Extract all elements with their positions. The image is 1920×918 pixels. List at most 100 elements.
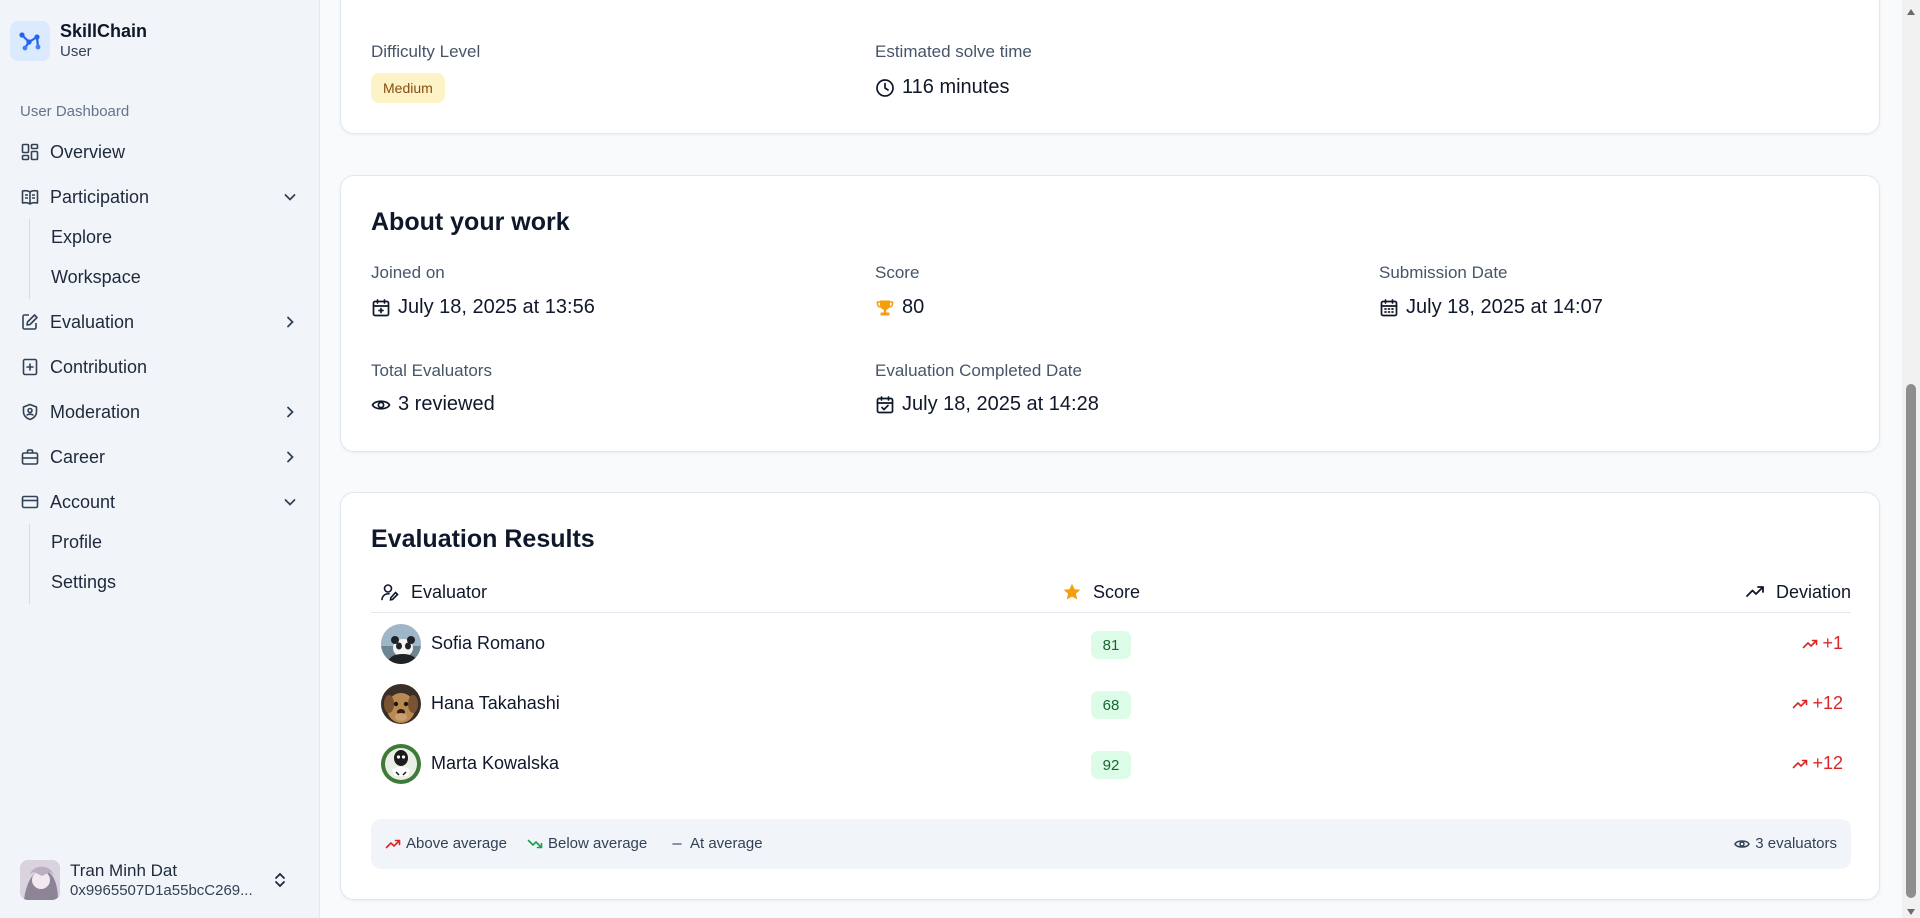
completed-label: Evaluation Completed Date — [875, 361, 1082, 380]
table-row[interactable]: Sofia Romano 81 +1 — [371, 614, 1851, 674]
chevron-right-icon — [280, 312, 300, 332]
star-icon — [1061, 581, 1083, 603]
credit-card-icon — [20, 492, 40, 512]
completed-text: July 18, 2025 at 14:28 — [902, 393, 1099, 415]
legend-below-average: Below average — [527, 835, 647, 852]
legend-label: Above average — [406, 835, 507, 852]
sidebar-item-participation[interactable]: Participation — [20, 179, 300, 215]
eye-icon — [371, 395, 391, 415]
legend-evaluator-count: 3 evaluators — [1734, 835, 1837, 852]
joined-value: July 18, 2025 at 13:56 — [371, 296, 595, 319]
score-value: 80 — [875, 296, 924, 319]
avatar — [381, 684, 421, 724]
avatar — [381, 744, 421, 784]
file-plus-icon — [20, 357, 40, 377]
score-badge: 81 — [1091, 631, 1131, 659]
sidebar-item-label: Participation — [50, 186, 150, 207]
legend-at-average: At average — [669, 835, 763, 852]
column-label: Deviation — [1775, 581, 1851, 602]
evaluators-text: 3 reviewed — [398, 393, 495, 415]
legend-label: Below average — [548, 835, 648, 852]
chevron-right-icon — [280, 447, 300, 467]
about-work-title: About your work — [371, 208, 570, 236]
deviation-legend: Above average Below average At average 3… — [371, 819, 1851, 869]
submission-label: Submission Date — [1379, 263, 1508, 282]
evaluators-value: 3 reviewed — [371, 393, 495, 416]
trending-down-icon — [527, 836, 543, 852]
completed-value: July 18, 2025 at 14:28 — [875, 393, 1099, 416]
legend-label: 3 evaluators — [1755, 835, 1837, 852]
user-name: Tran Minh Dat — [70, 860, 178, 880]
scroll-down-arrow-icon[interactable] — [1906, 904, 1916, 915]
difficulty-label: Difficulty Level — [371, 42, 481, 61]
scroll-up-arrow-icon[interactable] — [1906, 4, 1916, 15]
sidebar-item-label: Overview — [50, 141, 126, 162]
sidebar-item-career[interactable]: Career — [20, 439, 300, 475]
page-scrollbar[interactable] — [1902, 0, 1920, 918]
scrollbar-thumb[interactable] — [1906, 384, 1916, 898]
sidebar-item-contribution[interactable]: Contribution — [20, 349, 300, 385]
column-header-deviation[interactable]: Deviation — [1744, 581, 1851, 603]
table-row[interactable]: Marta Kowalska 92 +12 — [371, 734, 1851, 794]
calendar-check-icon — [875, 395, 895, 415]
submission-text: July 18, 2025 at 14:07 — [1406, 296, 1603, 318]
submission-value: July 18, 2025 at 14:07 — [1379, 296, 1603, 319]
user-menu[interactable]: Tran Minh Dat 0x9965507D1a55bcC269... — [20, 856, 300, 904]
sidebar-item-label: Moderation — [50, 401, 141, 422]
chevron-down-icon — [280, 492, 300, 512]
legend-label: At average — [690, 835, 763, 852]
chevron-down-icon — [280, 187, 300, 207]
legend-above-average: Above average — [385, 835, 507, 852]
avatar — [381, 624, 421, 664]
sidebar-item-label: Career — [50, 446, 106, 467]
chevrons-up-down-icon[interactable] — [270, 870, 290, 890]
wallet-address: 0x9965507D1a55bcC269... — [70, 881, 253, 899]
sidebar-item-account[interactable]: Account — [20, 484, 300, 520]
solve-time-text: 116 minutes — [902, 76, 1010, 98]
clock-icon — [875, 78, 895, 98]
skillchain-logo-icon — [10, 21, 50, 61]
sidebar-item-profile[interactable]: Profile — [51, 525, 102, 559]
trending-up-icon — [1802, 636, 1818, 652]
difficulty-badge: Medium — [371, 73, 445, 103]
evaluator-name: Hana Takahashi — [431, 693, 560, 713]
joined-text: July 18, 2025 at 13:56 — [398, 296, 595, 318]
brand-role: User — [60, 43, 92, 60]
brand-name: SkillChain — [60, 21, 148, 41]
table-row[interactable]: Hana Takahashi 68 +12 — [371, 674, 1851, 734]
deviation-text: +12 — [1812, 693, 1843, 713]
column-label: Evaluator — [411, 581, 488, 602]
column-header-score[interactable]: Score — [1061, 581, 1140, 603]
trending-up-icon — [385, 836, 401, 852]
deviation-value: +12 — [1792, 693, 1843, 714]
edit-document-icon — [20, 312, 40, 332]
submenu-divider — [29, 219, 30, 299]
avatar — [20, 860, 60, 900]
sidebar-item-settings[interactable]: Settings — [51, 565, 116, 599]
sidebar-group-label: User Dashboard — [20, 103, 130, 120]
brand[interactable]: SkillChain User — [10, 20, 147, 62]
chevron-right-icon — [280, 402, 300, 422]
shield-user-icon — [20, 402, 40, 422]
sidebar-item-label: Contribution — [50, 356, 148, 377]
column-header-evaluator[interactable]: Evaluator — [379, 581, 487, 603]
sidebar-item-overview[interactable]: Overview — [20, 134, 300, 170]
evaluation-results-card: Evaluation Results Evaluator Score Devia… — [340, 492, 1880, 900]
score-badge: 68 — [1091, 691, 1131, 719]
sidebar-item-moderation[interactable]: Moderation — [20, 394, 300, 430]
sidebar-item-explore[interactable]: Explore — [51, 220, 112, 254]
trending-up-icon — [1744, 581, 1766, 603]
sidebar-item-label: Evaluation — [50, 311, 135, 332]
book-open-icon — [20, 187, 40, 207]
sidebar-item-workspace[interactable]: Workspace — [51, 260, 141, 294]
calendar-icon — [1379, 298, 1399, 318]
trending-up-icon — [1792, 696, 1808, 712]
solve-time-label: Estimated solve time — [875, 42, 1032, 61]
score-text: 80 — [902, 296, 925, 318]
about-work-card: About your work Joined on July 18, 2025 … — [340, 175, 1880, 452]
evaluators-label: Total Evaluators — [371, 361, 492, 380]
sidebar-item-evaluation[interactable]: Evaluation — [20, 304, 300, 340]
briefcase-icon — [20, 447, 40, 467]
sidebar-item-label: Account — [50, 491, 116, 512]
challenge-info-card: Difficulty Level Medium Estimated solve … — [340, 0, 1880, 134]
